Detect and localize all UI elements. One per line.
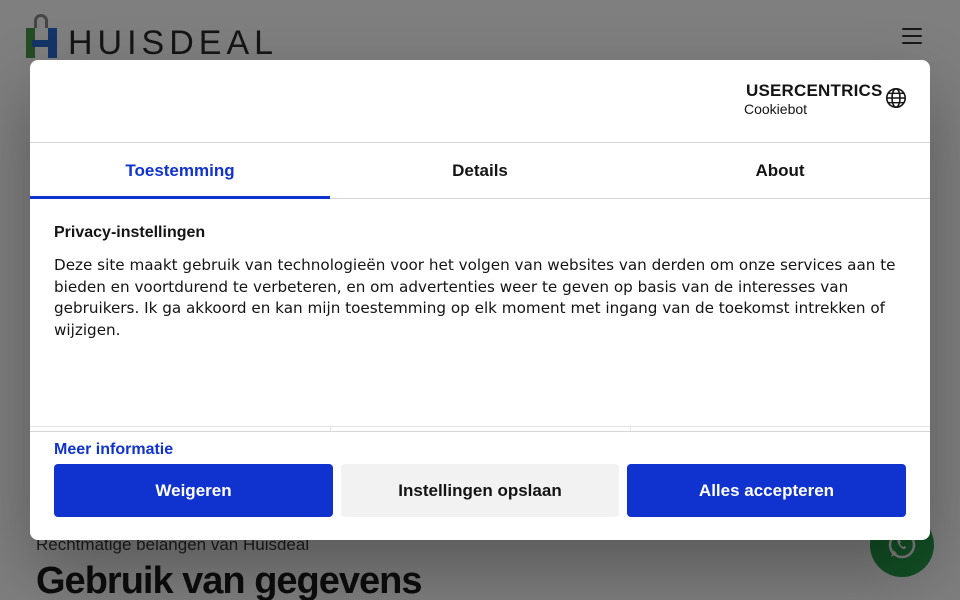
tab-toestemming[interactable]: Toestemming: [30, 143, 330, 199]
consent-content: Privacy-instellingen Deze site maakt geb…: [30, 200, 930, 458]
brand-line1: USERCENTRICS: [746, 81, 883, 100]
globe-icon: [886, 88, 906, 108]
brand-line2: Cookiebot: [744, 101, 808, 117]
brand-name: USERCENTRICS: [744, 82, 882, 100]
tab-about[interactable]: About: [630, 143, 930, 198]
dialog-footer: Weigeren Instellingen opslaan Alles acce…: [30, 431, 930, 540]
dialog-tabs: Toestemming Details About: [30, 143, 930, 199]
tab-details[interactable]: Details: [330, 143, 630, 198]
cookie-consent-dialog: USERCENTRICS Cookiebot Toestemming Detai…: [30, 60, 930, 540]
privacy-heading: Privacy-instellingen: [54, 224, 206, 241]
save-settings-button[interactable]: Instellingen opslaan: [341, 464, 619, 517]
consent-description: Deze site maakt gebruik van technologieë…: [54, 256, 896, 339]
accept-all-button[interactable]: Alles accepteren: [627, 464, 906, 517]
deny-button[interactable]: Weigeren: [54, 464, 333, 517]
cookiebot-brand[interactable]: USERCENTRICS Cookiebot: [744, 82, 882, 118]
language-selector[interactable]: [885, 87, 907, 109]
dialog-header: USERCENTRICS Cookiebot: [30, 60, 930, 143]
